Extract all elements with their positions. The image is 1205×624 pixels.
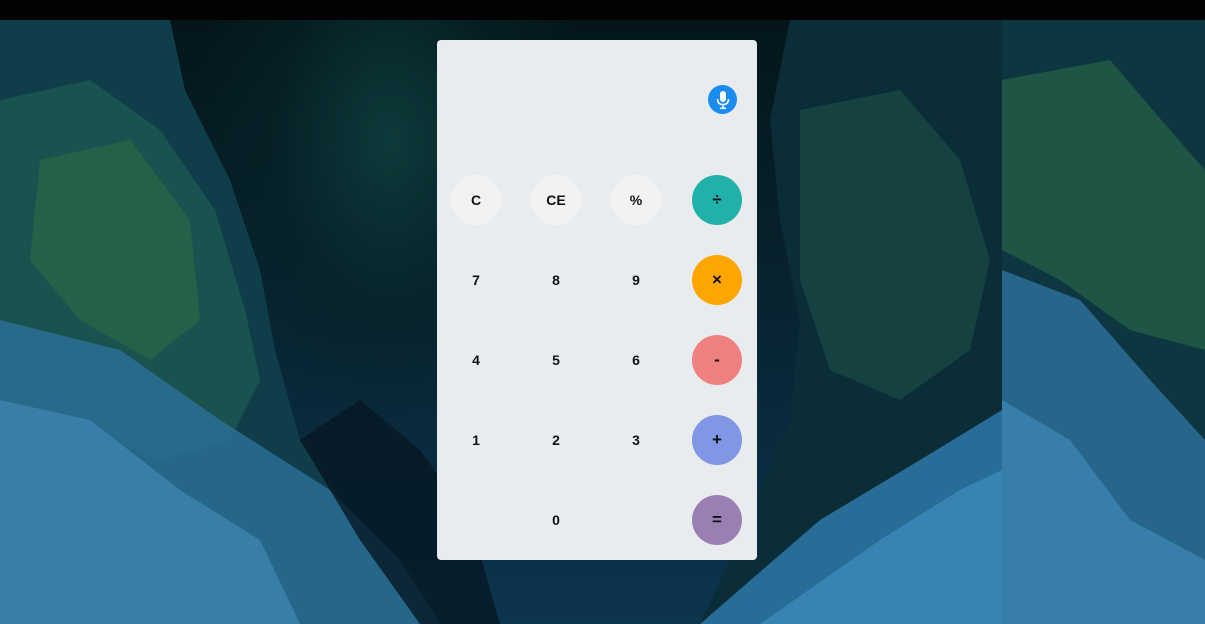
digit-5-button[interactable]: 5	[531, 335, 581, 385]
digit-3-button[interactable]: 3	[611, 415, 661, 465]
digit-4-button[interactable]: 4	[451, 335, 501, 385]
percent-button[interactable]: %	[611, 175, 661, 225]
top-bar	[0, 0, 1205, 20]
clear-button[interactable]: C	[451, 175, 501, 225]
digit-8-button[interactable]: 8	[531, 255, 581, 305]
digit-9-button[interactable]: 9	[611, 255, 661, 305]
digit-1-button[interactable]: 1	[451, 415, 501, 465]
microphone-button[interactable]	[708, 85, 737, 114]
calculator-panel: C CE % ÷ 7 8 9 × 4 5 6 - 1 2 3 + 0 =	[437, 40, 757, 560]
digit-7-button[interactable]: 7	[451, 255, 501, 305]
subtract-button[interactable]: -	[692, 335, 742, 385]
equals-button[interactable]: =	[692, 495, 742, 545]
divide-button[interactable]: ÷	[692, 175, 742, 225]
digit-6-button[interactable]: 6	[611, 335, 661, 385]
clear-entry-button[interactable]: CE	[531, 175, 581, 225]
microphone-icon	[716, 90, 729, 109]
multiply-button[interactable]: ×	[692, 255, 742, 305]
digit-2-button[interactable]: 2	[531, 415, 581, 465]
add-button[interactable]: +	[692, 415, 742, 465]
digit-0-button[interactable]: 0	[531, 495, 581, 545]
